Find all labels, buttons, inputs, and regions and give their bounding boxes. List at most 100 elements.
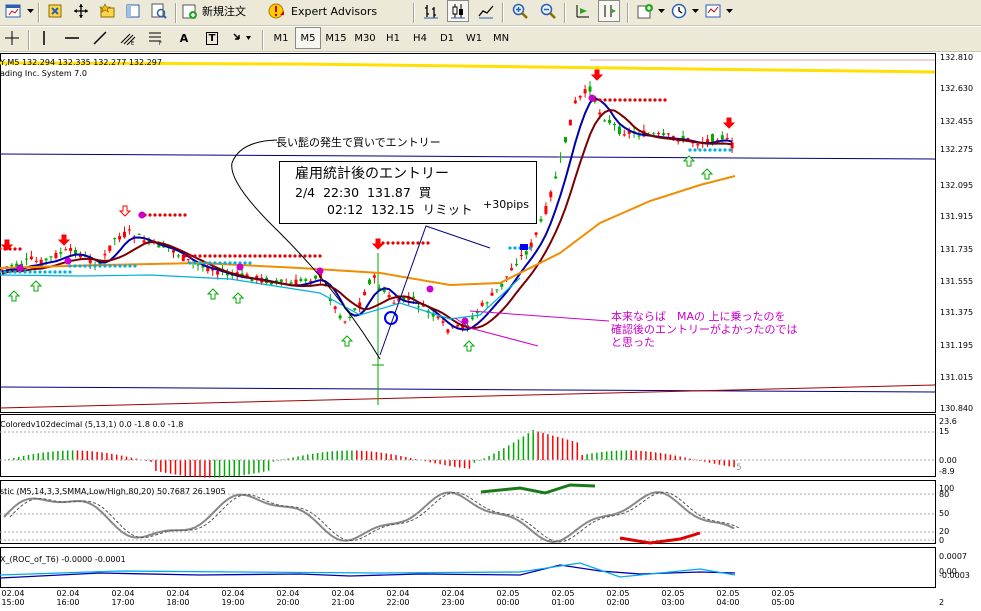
arrows-icon[interactable] [230,27,254,49]
crosshair-icon[interactable] [70,0,92,22]
trendline-icon[interactable] [90,27,110,49]
cyan-dot [128,264,132,268]
line-studies-toolbar: E F A T M1 M5 M15 M30 H1 H4 D1 W1 MN [0,27,981,52]
expert-advisors-button[interactable]: Expert Advisors [268,0,390,22]
stop-dot [208,254,212,258]
chart-area[interactable] [0,53,981,611]
stop-dot [283,254,287,258]
stop-dot [273,254,277,258]
profiles-icon[interactable] [44,0,66,22]
candle [652,133,656,135]
fibo-retracement-icon[interactable]: F [146,27,166,49]
stop-dot [313,254,317,258]
chart-shift-icon[interactable] [598,0,620,22]
stop-dot [396,241,400,245]
candle [54,252,58,259]
candle [299,278,303,282]
stop-dot [233,254,237,258]
osc2-label: stic (M5,14,3,3,SMMA,Low/High,80,20) 50.… [0,487,226,496]
price-axis-label: 131.735 [940,245,974,254]
cyan-dot [723,148,727,152]
autoscroll-icon[interactable] [571,0,593,22]
candle [564,137,567,143]
stop-dot [228,254,232,258]
osc2-axis-label: 50 [939,509,950,518]
zoom-out-icon[interactable] [537,0,559,22]
stop-dot [188,254,192,258]
templates-icon[interactable] [702,0,724,22]
timeframe-m30-button[interactable]: M30 [351,27,379,49]
stop-dot [253,254,257,258]
stop-dot [278,254,282,258]
chevron-down-icon[interactable] [690,0,700,22]
osc1-axis-label: 23.6 [939,417,957,426]
candle [338,315,342,319]
cyan-dot [48,270,52,274]
candle [598,112,602,115]
candlestick-icon[interactable] [447,0,469,22]
time-axis-label: 02.04 22:00 [386,589,410,607]
stop-dot [643,98,647,102]
text-icon[interactable]: A [174,27,194,49]
candle [671,135,675,138]
candle [613,124,616,126]
cyan-dot [38,270,42,274]
stop-dot [386,241,390,245]
main-pane [0,53,936,413]
magenta-dot [64,257,72,265]
candle [559,156,563,158]
time-axis-label: 02.05 02:00 [606,589,630,607]
cyan-dot [213,261,217,265]
timeframe-h1-button[interactable]: H1 [380,27,406,49]
timeframe-m5-button[interactable]: M5 [295,27,321,49]
candle [519,255,523,257]
new-chart-icon[interactable] [2,0,24,22]
price-axis-label: 132.275 [940,145,974,154]
stop-dot [411,241,415,245]
candle [103,253,107,256]
text-label-icon[interactable]: T [202,27,222,49]
timeframe-mn-button[interactable]: MN [488,27,514,49]
timeframe-h4-button[interactable]: H4 [407,27,433,49]
line-chart-icon[interactable] [475,0,497,22]
indicators-icon[interactable] [634,0,656,22]
cyan-dot [33,270,37,274]
cyan-dot [43,270,47,274]
horizontal-line-icon[interactable] [62,27,82,49]
vertical-line-icon[interactable] [34,27,54,49]
zoom-in-icon[interactable] [509,0,531,22]
candle [515,263,518,266]
price-axis-label: 131.195 [940,341,974,350]
cyan-dot [23,270,27,274]
candle [44,258,48,261]
stop-dot [248,254,252,258]
cursor-icon[interactable] [2,27,22,49]
chevron-down-icon[interactable] [656,0,666,22]
candle [573,100,577,104]
new-order-button[interactable]: 新規注文 [182,0,272,22]
cyan-dot [703,148,707,152]
periods-icon[interactable] [668,0,690,22]
timeframe-w1-button[interactable]: W1 [461,27,487,49]
timeframe-d1-button[interactable]: D1 [434,27,460,49]
chevron-down-icon[interactable] [25,0,35,22]
navigator-icon[interactable] [122,0,144,22]
chevron-down-icon[interactable] [724,0,734,22]
candle [549,191,553,198]
data-window-icon[interactable] [148,0,170,22]
candle [725,138,729,140]
price-axis-label: 131.015 [940,373,974,382]
stop-dot [633,98,637,102]
fibo-channel-icon[interactable]: E [118,27,138,49]
candle [64,249,68,251]
stop-dot [193,254,197,258]
bar-chart-icon[interactable] [420,0,442,22]
osc3-axis-label: 0.0007 [939,552,967,561]
stop-dot [173,213,177,217]
stop-dot [263,254,267,258]
stop-dot [603,98,607,102]
time-axis-label: 02.04 23:00 [441,589,465,607]
timeframe-m15-button[interactable]: M15 [322,27,350,49]
favorites-icon[interactable] [96,0,118,22]
timeframe-m1-button[interactable]: M1 [268,27,294,49]
